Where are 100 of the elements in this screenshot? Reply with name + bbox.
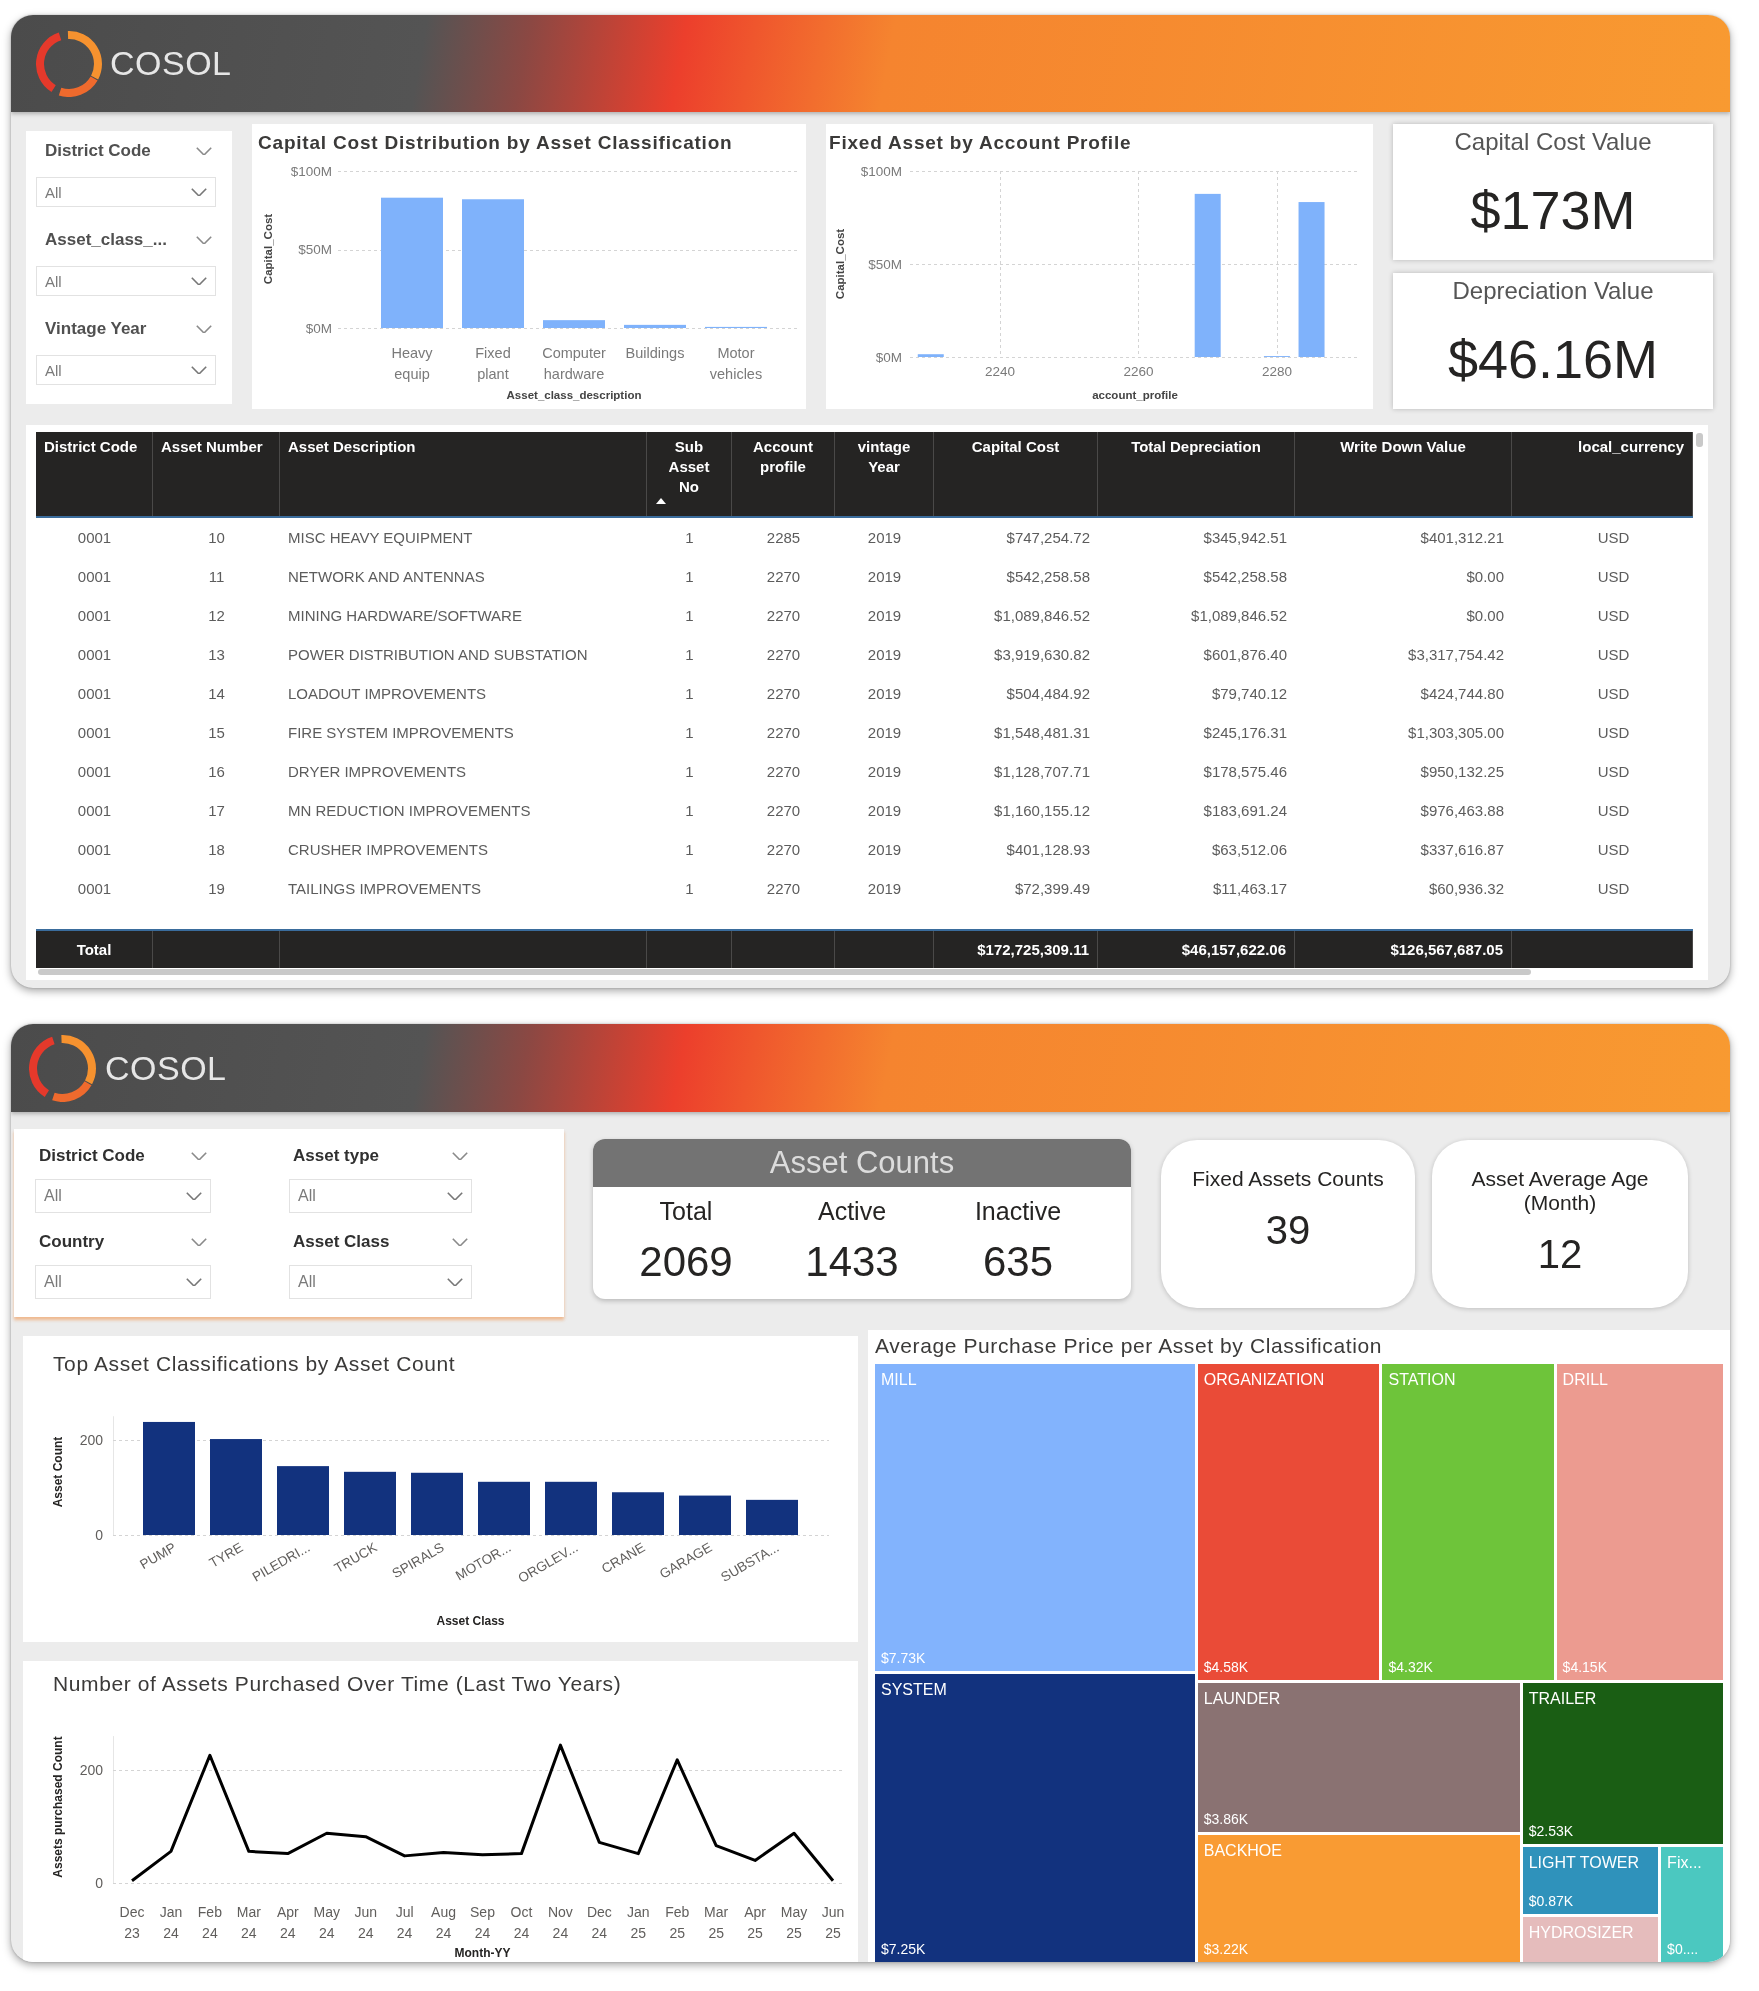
tile-label: SYSTEM	[881, 1679, 948, 1699]
chevron-down-icon[interactable]	[191, 1151, 207, 1161]
tile-price: $4.32K	[1388, 1658, 1434, 1676]
tile-label: LIGHT TOWER	[1528, 1853, 1640, 1873]
column-header[interactable]: Asset Description	[280, 432, 647, 516]
table-cell-text: $976,463.88	[1419, 801, 1505, 821]
kpi-title: Capital Cost Value	[1454, 129, 1652, 155]
chart-title: Fixed Asset by Account Profile	[828, 131, 1133, 155]
tile-price: $7.73K	[881, 1649, 927, 1667]
table-cell-text: 0001	[76, 528, 113, 548]
column-header[interactable]: Asset Number	[153, 432, 280, 516]
category-label: Jul 24	[395, 1904, 414, 1941]
chart-title: Top Asset Classifications by Asset Count	[52, 1351, 457, 1377]
filter-dropdown[interactable]: All	[35, 1265, 211, 1299]
bar	[679, 1495, 731, 1535]
tile-price: $3.22K	[1203, 1941, 1250, 1958]
table-cell-text: 0001	[76, 801, 113, 821]
table-cell-text: 2270	[765, 879, 802, 899]
column-header[interactable]: Account profile	[732, 432, 835, 516]
total-value: $46,157,622.06	[1181, 941, 1286, 958]
category-label: Heavy equip	[391, 345, 433, 382]
brand-name: COSOL	[105, 1048, 227, 1088]
tile-label: DRILL	[1562, 1370, 1609, 1389]
filter-dropdown[interactable]: All	[36, 177, 216, 207]
filter-dropdown[interactable]: All	[289, 1179, 472, 1213]
filter-label: District Code	[39, 1146, 145, 1166]
chevron-down-icon[interactable]	[186, 1277, 202, 1287]
sort-ascending-icon[interactable]	[656, 498, 666, 504]
chevron-down-icon[interactable]	[186, 1191, 202, 1201]
bar	[545, 1481, 597, 1535]
filter-dropdown[interactable]: All	[36, 266, 216, 296]
table-cell-text: $183,691.24	[1202, 801, 1288, 821]
category-label: May 25	[780, 1904, 808, 1941]
column-header[interactable]: District Code	[36, 432, 153, 516]
bar	[277, 1466, 329, 1535]
tick-label: 200	[79, 1762, 103, 1779]
chevron-down-icon[interactable]	[191, 187, 207, 197]
filter-label: Asset Class	[293, 1232, 390, 1252]
column-header[interactable]: vintage Year	[835, 432, 934, 516]
table-cell-text: USD	[1596, 567, 1631, 587]
logo-ring-icon	[29, 1034, 96, 1102]
filter-dropdown[interactable]: All	[289, 1265, 472, 1299]
axis-title: Capital_Cost	[262, 213, 274, 285]
filter-dropdown[interactable]: All	[35, 1179, 211, 1213]
chevron-down-icon[interactable]	[196, 235, 212, 245]
filter-label: District Code	[45, 141, 151, 161]
table-cell-text: USD	[1596, 801, 1631, 821]
table-cell-text: $0.00	[1465, 606, 1505, 626]
chevron-down-icon[interactable]	[452, 1237, 468, 1247]
axis-title: Capital_Cost	[834, 228, 846, 300]
count-label: Total	[659, 1197, 713, 1225]
kpi-value: 12	[1537, 1231, 1583, 1277]
table-cell-text: FIRE SYSTEM IMPROVEMENTS	[287, 723, 515, 743]
chevron-down-icon[interactable]	[447, 1277, 463, 1287]
table-cell-text: 2019	[866, 801, 903, 821]
table-cell-text: 2019	[866, 567, 903, 587]
table-cell-text: $1,548,481.31	[993, 723, 1091, 743]
column-header[interactable]: Write Down Value	[1295, 432, 1512, 516]
chevron-down-icon[interactable]	[191, 276, 207, 286]
chevron-down-icon[interactable]	[196, 146, 212, 156]
category-label: Feb 24	[197, 1904, 222, 1941]
table-cell-text: 1	[684, 528, 695, 548]
table-cell-text: LOADOUT IMPROVEMENTS	[287, 684, 488, 704]
table-cell-text: $1,160,155.12	[993, 801, 1091, 821]
filter-dropdown[interactable]: All	[36, 355, 216, 385]
table-cell-text: $3,919,630.82	[993, 645, 1091, 665]
column-header[interactable]: Total Depreciation	[1098, 432, 1295, 516]
tile-label: STATION	[1388, 1370, 1457, 1389]
chevron-down-icon[interactable]	[191, 365, 207, 375]
count-value: 635	[982, 1238, 1054, 1286]
tick-label: $100M	[290, 163, 332, 179]
table-cell-text: 2019	[866, 879, 903, 899]
chevron-down-icon[interactable]	[447, 1191, 463, 1201]
tick-label: 200	[79, 1432, 103, 1449]
table-cell-text: 1	[684, 684, 695, 704]
table-cell-text: POWER DISTRIBUTION AND SUBSTATION	[287, 645, 589, 665]
chevron-down-icon[interactable]	[452, 1151, 468, 1161]
table-cell-text: USD	[1596, 840, 1631, 860]
total-value: $172,725,309.11	[977, 941, 1089, 958]
category-label: Apr 24	[276, 1904, 299, 1941]
bar	[411, 1472, 463, 1535]
category-label: Computer hardware	[542, 345, 606, 382]
column-header[interactable]: Capital Cost	[934, 432, 1098, 516]
column-header[interactable]: local_currency	[1512, 432, 1693, 516]
logo-ring-icon	[36, 30, 102, 97]
bar	[624, 324, 686, 328]
tile-label: ORGANIZATION	[1203, 1370, 1326, 1389]
axis-title: account_profile	[1092, 389, 1178, 401]
scrollbar-thumb[interactable]	[1696, 433, 1703, 447]
table-cell-text: $79,740.12	[1210, 684, 1288, 704]
tile-price: $7.25K	[881, 1941, 927, 1958]
tile-label: TRAILER	[1528, 1688, 1598, 1708]
chevron-down-icon[interactable]	[191, 1237, 207, 1247]
table-cell-text: $504,484.92	[1005, 684, 1091, 704]
table-cell-text: USD	[1596, 879, 1631, 899]
chevron-down-icon[interactable]	[196, 324, 212, 334]
column-header[interactable]: Sub Asset No	[647, 432, 732, 516]
table-cell-text: $3,317,754.42	[1407, 645, 1505, 665]
scrollbar-thumb[interactable]	[38, 969, 1531, 975]
count-label: Inactive	[974, 1197, 1062, 1225]
